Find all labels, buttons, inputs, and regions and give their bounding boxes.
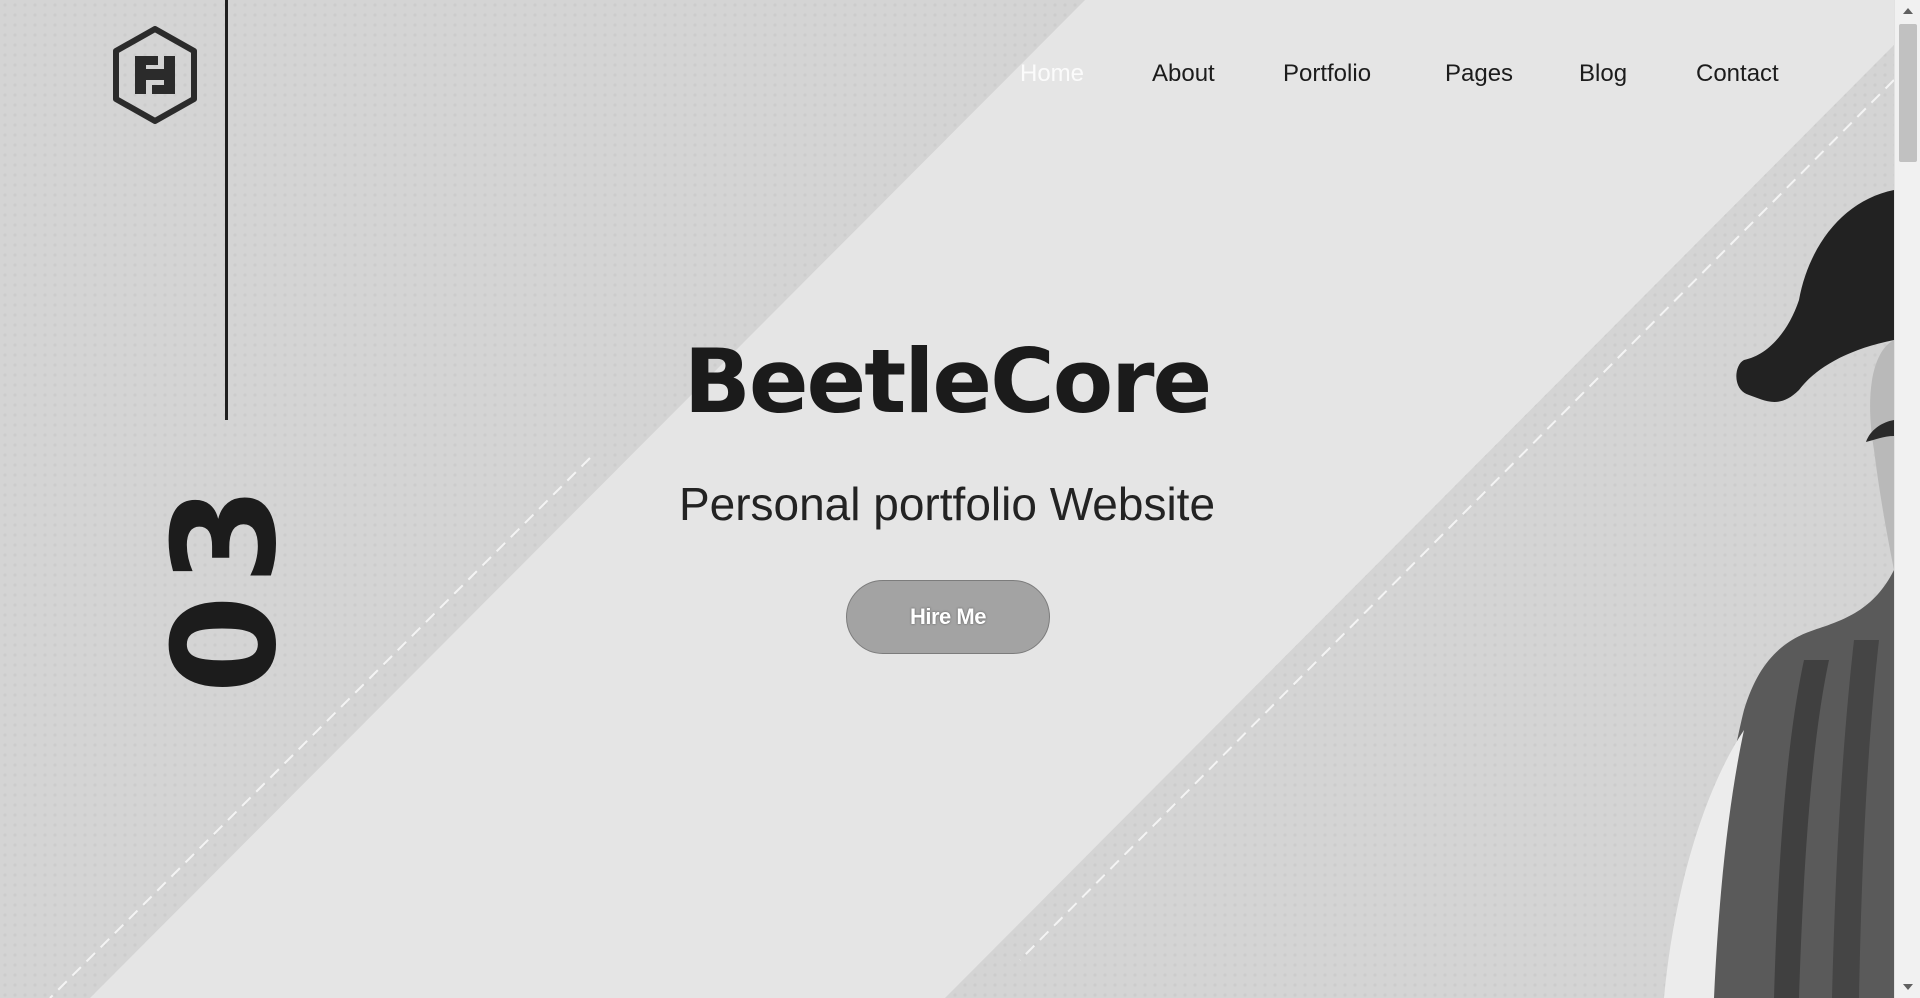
hexagon-logo-icon[interactable] [112, 26, 198, 124]
nav-item-portfolio[interactable]: Portfolio [1283, 60, 1371, 88]
chevron-up-icon[interactable] [1903, 8, 1913, 14]
hero-title: BeetleCore [683, 330, 1212, 433]
hero-section: 03 Home About Portfolio Pages Blog Conta… [0, 0, 1920, 998]
portrait-image [1664, 190, 1894, 998]
nav-item-about[interactable]: About [1152, 60, 1215, 88]
nav-item-home[interactable]: Home [1020, 60, 1084, 88]
nav-item-blog[interactable]: Blog [1579, 60, 1627, 88]
vertical-scrollbar[interactable] [1894, 0, 1920, 998]
hire-me-button[interactable]: Hire Me [846, 580, 1050, 654]
main-nav: Home About Portfolio Pages Blog Contact [1000, 60, 1800, 90]
hero-subtitle: Personal portfolio Website [678, 478, 1216, 530]
nav-item-pages[interactable]: Pages [1445, 60, 1513, 88]
scroll-thumb[interactable] [1899, 24, 1917, 162]
chevron-down-icon[interactable] [1903, 984, 1913, 990]
nav-item-contact[interactable]: Contact [1696, 60, 1779, 88]
